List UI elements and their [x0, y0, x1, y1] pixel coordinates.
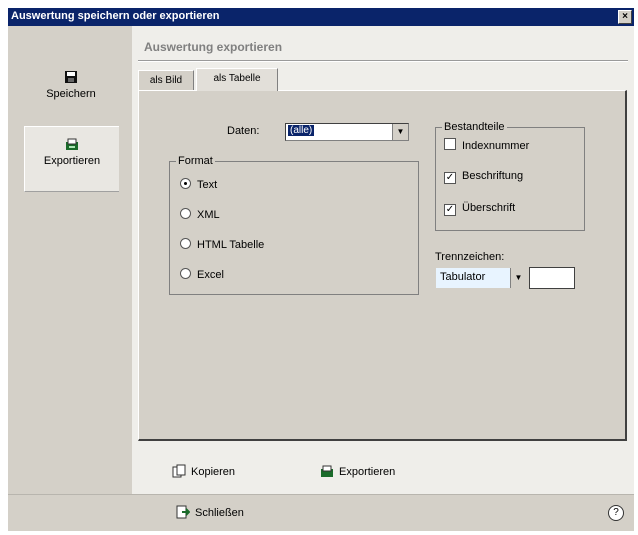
radio-html-tabelle[interactable]: HTML Tabelle — [180, 238, 264, 251]
bestandteile-legend: Bestandteile — [442, 121, 507, 133]
radio-dot — [180, 238, 191, 249]
radio-label: Excel — [197, 269, 224, 281]
radio-label: Text — [197, 179, 218, 191]
radio-text[interactable]: Text — [180, 178, 217, 191]
copy-icon — [172, 464, 186, 478]
chevron-down-icon[interactable]: ▼ — [392, 124, 408, 140]
radio-dot — [180, 208, 191, 219]
export-icon — [321, 465, 333, 477]
section-heading: Auswertung exportieren — [144, 40, 283, 54]
sidebar-item-label: Speichern — [46, 88, 96, 100]
daten-value: (alle) — [288, 125, 315, 136]
trennzeichen-label: Trennzeichen: — [435, 251, 505, 263]
chevron-down-icon[interactable]: ▼ — [510, 268, 526, 288]
radio-xml[interactable]: XML — [180, 208, 220, 221]
window-title: Auswertung speichern oder exportieren — [11, 10, 220, 22]
radio-label: XML — [197, 209, 220, 221]
check-icon: ✓ — [444, 172, 456, 184]
close-window-button[interactable]: × — [618, 10, 632, 24]
checkbox-ueberschrift[interactable]: ✓ Überschrift — [444, 202, 515, 216]
bestandteile-group: Bestandteile Indexnummer ✓ Beschriftung ✓… — [435, 121, 585, 231]
heading-divider — [138, 60, 628, 62]
custom-separator-input[interactable] — [529, 267, 575, 289]
check-icon: ✓ — [444, 204, 456, 216]
sidebar-item-label: Exportieren — [43, 155, 101, 167]
close-door-icon — [176, 505, 190, 519]
sidebar: Speichern Exportieren — [8, 26, 132, 494]
format-legend: Format — [176, 155, 215, 167]
checkbox-label: Indexnummer — [462, 140, 530, 152]
radio-excel[interactable]: Excel — [180, 268, 224, 281]
main-panel: Auswertung exportieren als Bild als Tabe… — [132, 26, 634, 494]
kopieren-button[interactable]: Kopieren — [172, 464, 235, 478]
checkbox-label: Beschriftung — [462, 170, 524, 182]
schliessen-label: Schließen — [195, 507, 244, 519]
sidebar-item-exportieren[interactable]: Exportieren — [24, 126, 119, 192]
radio-dot — [180, 268, 191, 279]
trennzeichen-select[interactable]: Tabulator ▼ — [435, 267, 527, 289]
trennzeichen-value: Tabulator — [440, 271, 486, 283]
checkbox-indexnummer[interactable]: Indexnummer — [444, 138, 529, 152]
checkbox-label: Überschrift — [462, 202, 516, 214]
daten-select[interactable]: (alle) ▼ — [285, 123, 409, 141]
title-bar: Auswertung speichern oder exportieren × — [8, 8, 634, 26]
radio-dot — [180, 178, 191, 189]
export-dialog: Auswertung speichern oder exportieren × … — [8, 8, 634, 531]
checkbox-beschriftung[interactable]: ✓ Beschriftung — [444, 170, 523, 184]
exportieren-label: Exportieren — [339, 466, 396, 478]
kopieren-label: Kopieren — [191, 466, 236, 478]
export-icon — [66, 138, 78, 150]
checkbox-box — [444, 138, 456, 150]
help-icon[interactable]: ? — [608, 505, 624, 521]
radio-label: HTML Tabelle — [197, 239, 265, 251]
daten-label: Daten: — [227, 125, 260, 137]
exportieren-button[interactable]: Exportieren — [320, 464, 395, 478]
save-icon — [65, 71, 77, 83]
schliessen-button[interactable]: Schließen — [176, 505, 244, 519]
tab-als-tabelle[interactable]: als Tabelle — [196, 68, 278, 91]
tab-als-bild[interactable]: als Bild — [138, 70, 194, 91]
format-group: Format Text XML HTML Tabelle Excel — [169, 155, 419, 295]
footer-bar: Schließen ? — [8, 494, 634, 531]
tab-panel: Daten: (alle) ▼ Format Text XML HTML Tab… — [138, 90, 627, 441]
sidebar-item-speichern[interactable]: Speichern — [24, 66, 118, 114]
